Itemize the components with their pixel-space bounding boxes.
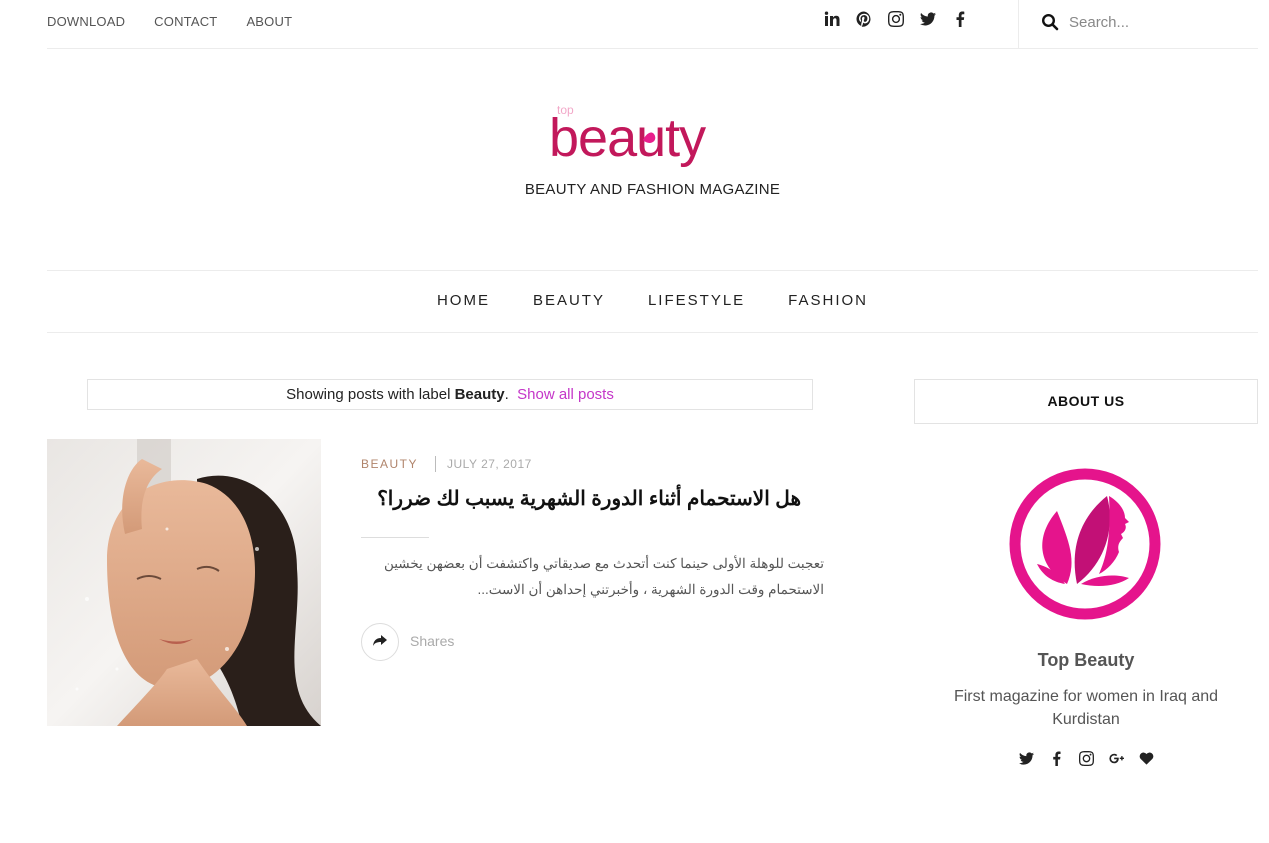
post-title[interactable]: هل الاستحمام أثناء الدورة الشهرية يسبب ل… xyxy=(361,486,801,511)
top-social-links xyxy=(824,11,968,29)
nav-beauty[interactable]: BEAUTY xyxy=(533,292,605,309)
share-arrow-icon xyxy=(372,632,388,653)
heart-icon[interactable] xyxy=(1138,751,1154,767)
instagram-icon[interactable] xyxy=(1078,751,1094,767)
top-bar: DOWNLOAD CONTACT ABOUT xyxy=(47,0,1258,49)
nav-home[interactable]: HOME xyxy=(437,292,490,309)
facebook-icon[interactable] xyxy=(952,11,968,29)
top-nav-download[interactable]: DOWNLOAD xyxy=(47,14,125,29)
top-nav-about[interactable]: ABOUT xyxy=(246,14,292,29)
instagram-icon[interactable] xyxy=(888,11,904,29)
post-excerpt: تعجبت للوهلة الأولى حينما كنت أتحدث مع ص… xyxy=(383,556,824,597)
about-us-widget-title: ABOUT US xyxy=(914,379,1258,424)
shares-label: Shares xyxy=(410,633,455,649)
share-button[interactable] xyxy=(361,623,399,661)
post-date: JULY 27, 2017 xyxy=(447,457,532,471)
sidebar-social-links xyxy=(1018,751,1154,767)
label-notice-label: Beauty xyxy=(454,386,505,403)
top-nav: DOWNLOAD CONTACT ABOUT xyxy=(47,14,292,29)
pinterest-icon[interactable] xyxy=(856,11,872,29)
brand-emblem xyxy=(1007,466,1163,622)
about-title: Top Beauty xyxy=(1037,650,1135,670)
label-notice: Showing posts with label Beauty. Show al… xyxy=(87,379,813,410)
search-icon[interactable] xyxy=(1041,13,1059,31)
nav-lifestyle[interactable]: LIFESTYLE xyxy=(648,292,745,309)
site-logo[interactable]: top beauty xyxy=(545,100,760,175)
main-nav: HOME BEAUTY LIFESTYLE FASHION xyxy=(47,270,1258,333)
post-category[interactable]: BEAUTY xyxy=(361,457,418,471)
google-plus-icon[interactable] xyxy=(1108,751,1124,767)
top-nav-contact[interactable]: CONTACT xyxy=(154,14,217,29)
svg-text:beauty: beauty xyxy=(549,108,706,168)
nav-fashion[interactable]: FASHION xyxy=(788,292,868,309)
label-notice-prefix: Showing posts with label xyxy=(286,386,455,403)
show-all-posts-link[interactable]: Show all posts xyxy=(517,386,614,403)
twitter-icon[interactable] xyxy=(1018,751,1034,767)
post-thumbnail[interactable] xyxy=(47,439,321,726)
twitter-icon[interactable] xyxy=(920,11,936,29)
title-divider xyxy=(361,537,429,538)
meta-divider xyxy=(435,456,437,472)
search-input[interactable] xyxy=(1069,10,1239,34)
site-tagline: BEAUTY AND FASHION MAGAZINE xyxy=(524,181,781,198)
post-meta: BEAUTY JULY 27, 2017 xyxy=(361,456,532,472)
search-box xyxy=(1018,0,1258,49)
linkedin-icon[interactable] xyxy=(824,11,840,29)
label-notice-suffix: . xyxy=(504,386,509,403)
facebook-icon[interactable] xyxy=(1048,751,1064,767)
about-description: First magazine for women in Iraq and Kur… xyxy=(953,688,1219,728)
